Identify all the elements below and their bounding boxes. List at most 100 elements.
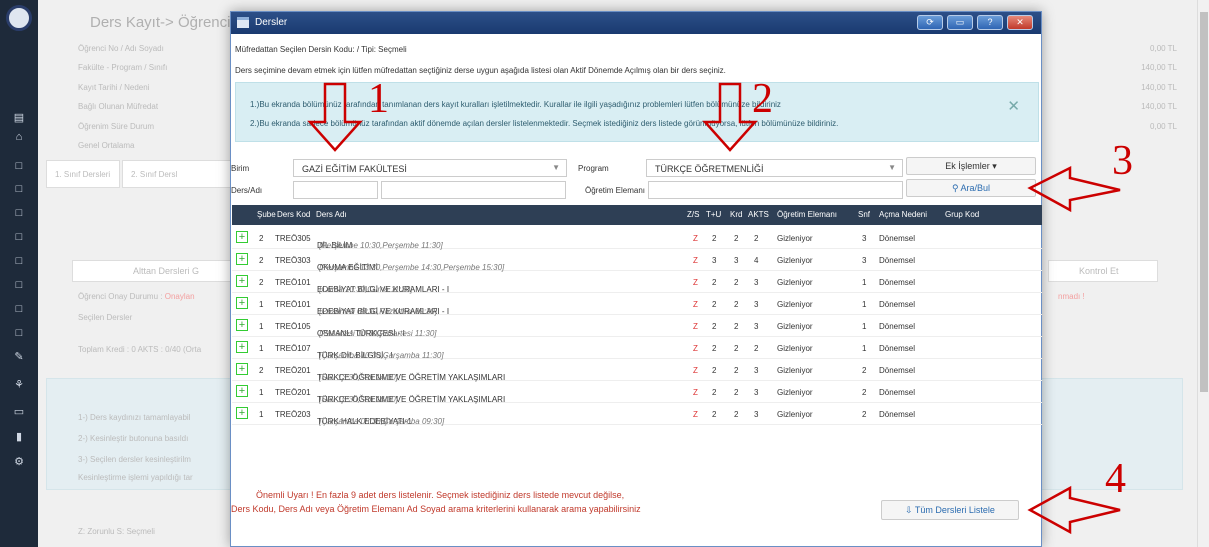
cell-krd: 2 [734,366,739,375]
search-icon: ⚲ [951,183,961,193]
ders-adi-label: Ders/Adı [231,186,263,195]
ek-islemler-button[interactable]: Ek İşlemler ▾ [906,157,1036,175]
table-row[interactable]: +1 TREÖ105 OSMANLI TÜRKÇESİ - I [Pazartesi… [232,315,1042,338]
table-row[interactable]: +2 TREÖ303 OKUMA EĞİTİMİ [Perşembe 13:30,P… [232,249,1042,272]
add-course-icon[interactable]: + [236,341,248,353]
cell-acma: Dönemsel [879,256,916,265]
alttan-dersleri-button[interactable]: Alttan Dersleri G [72,260,232,282]
table-row[interactable]: +1 TREÖ107 TÜRK DİL BİLGİSİ - I [Çarşamba … [232,337,1042,360]
add-course-icon[interactable]: + [236,319,248,331]
add-course-icon[interactable]: + [236,363,248,375]
cell-ders-kod: TREÖ107 [275,344,311,353]
menu-icon[interactable]: □ [12,159,26,173]
cell-tu: 2 [712,366,717,375]
cell-snf: 3 [862,256,867,265]
ogretim-elemani-input[interactable] [648,181,903,199]
tab-sinif-2[interactable]: 2. Sınıf Dersl [122,160,232,188]
dersler-dialog: Dersler ⟳ ▭ ? ✕ Müfredattan Seçilen Ders… [230,11,1042,547]
edit-icon[interactable]: ✎ [12,350,26,364]
table-row[interactable]: +1 TREÖ201 TÜRKÇE ÖĞRENME VE ÖĞRETİM YAKLA… [232,381,1042,404]
menu-icon[interactable]: □ [12,326,26,340]
cell-ders-adi: EDEBİYAT BİLGİ VE KURAMLARI - I [Pazarte… [317,307,450,316]
cell-zs: Z [693,256,698,265]
col-acma: Açma Nedeni [879,210,928,219]
network-icon[interactable]: ⚘ [12,378,26,392]
cell-krd: 2 [734,388,739,397]
menu-icon[interactable]: □ [12,302,26,316]
cell-akts: 3 [754,366,759,375]
cell-ogretim: Gizleniyor [777,366,813,375]
table-row[interactable]: +2 TREÖ101 EDEBİYAT BİLGİ VE KURAMLARI - I… [232,271,1042,294]
list-all-button[interactable]: ⇩ Tüm Dersleri Listele [881,500,1019,520]
table-row[interactable]: +1 TREÖ101 EDEBİYAT BİLGİ VE KURAMLARI - I… [232,293,1042,316]
note-line: 2-) Kesinleştir butonuna basıldı [78,434,189,443]
help-button[interactable]: ? [977,15,1003,30]
list-icon[interactable]: ▤ [12,111,26,125]
cell-zs: Z [693,344,698,353]
birim-select[interactable]: GAZİ EĞİTİM FAKÜLTESİ ▼ [293,159,567,177]
cell-zs: Z [693,410,698,419]
table-row[interactable]: +2 TREÖ305 DİL BİLİM [Perşembe 10:30,Perşe… [232,227,1042,250]
cell-akts: 3 [754,300,759,309]
cell-krd: 2 [734,278,739,287]
menu-icon[interactable]: □ [12,230,26,244]
cell-sube: 2 [259,234,264,243]
close-button[interactable]: ✕ [1007,15,1033,30]
scrollbar-thumb[interactable] [1200,12,1208,392]
program-label: Program [578,164,609,173]
tab-sinif-1[interactable]: 1. Sınıf Dersleri [46,160,120,188]
program-select[interactable]: TÜRKÇE ÖĞRETMENLİĞİ ▼ [646,159,903,177]
ara-bul-button[interactable]: ⚲ Ara/Bul [906,179,1036,197]
cell-sube: 2 [259,278,264,287]
legend-text: Z: Zorunlu S: Seçmeli [78,527,155,536]
page-title: Ders Kayıt-> Öğrenci [90,14,231,31]
list-icon: ⇩ [905,505,915,515]
add-course-icon[interactable]: + [236,385,248,397]
fee-value: 0,00 TL [1150,44,1177,53]
cell-krd: 2 [734,322,739,331]
note-line: 3-) Seçilen dersler kesinleştirilm [78,455,191,464]
building-icon[interactable]: ⌂ [12,130,26,144]
refresh-button[interactable]: ⟳ [917,15,943,30]
cell-snf: 1 [862,300,867,309]
cell-acma: Dönemsel [879,234,916,243]
alert-close-icon[interactable]: ✕ [1007,97,1020,115]
cell-snf: 1 [862,322,867,331]
fee-value: 140,00 TL [1141,83,1177,92]
cell-snf: 2 [862,366,867,375]
cell-sube: 1 [259,388,264,397]
annotation-number: 2 [752,76,773,122]
add-course-icon[interactable]: + [236,231,248,243]
ders-adi-input[interactable] [381,181,566,199]
menu-icon[interactable]: □ [12,278,26,292]
cell-sube: 2 [259,256,264,265]
maximize-button[interactable]: ▭ [947,15,973,30]
cell-ogretim: Gizleniyor [777,344,813,353]
table-row[interactable]: +2 TREÖ201 TÜRKÇE ÖĞRENME VE ÖĞRETİM YAKLA… [232,359,1042,382]
page-scrollbar[interactable] [1197,0,1209,547]
card-icon[interactable]: ▭ [12,405,26,419]
document-icon[interactable]: ▮ [12,430,26,444]
menu-icon[interactable]: □ [12,206,26,220]
cell-acma: Dönemsel [879,322,916,331]
kontrol-et-button[interactable]: Kontrol Et [1048,260,1158,282]
menu-icon[interactable]: □ [12,254,26,268]
info-label: Genel Ortalama [78,141,135,150]
birim-label: Birim [231,164,250,173]
cell-acma: Dönemsel [879,300,916,309]
menu-icon[interactable]: □ [12,182,26,196]
dialog-titlebar[interactable]: Dersler ⟳ ▭ ? ✕ [231,12,1041,34]
add-course-icon[interactable]: + [236,253,248,265]
add-course-icon[interactable]: + [236,407,248,419]
col-krd: Krd [730,210,743,219]
cell-krd: 2 [734,410,739,419]
table-header: Şube Ders Kod Ders Adı Z/S T+U Krd AKTS … [232,205,1042,225]
settings-icon[interactable]: ⚙ [12,455,26,469]
ders-kodu-input[interactable] [293,181,378,199]
add-course-icon[interactable]: + [236,275,248,287]
table-row[interactable]: +1 TREÖ203 TÜRK HALK EDEBİYATI-1 [Çarşamba… [232,403,1042,426]
cell-ders-adi: EDEBİYAT BİLGİ VE KURAMLARI - I [Cuma 10… [317,285,450,294]
cell-tu: 2 [712,410,717,419]
cell-tu: 2 [712,300,717,309]
add-course-icon[interactable]: + [236,297,248,309]
